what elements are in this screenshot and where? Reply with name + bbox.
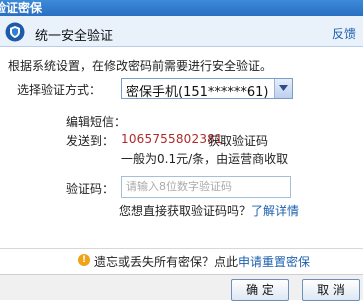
direct-code-hint: 您想直接获取验证码吗？了解详情 bbox=[119, 202, 299, 219]
code-label: 验证码： bbox=[66, 182, 115, 196]
divider bbox=[0, 248, 363, 249]
code-field[interactable] bbox=[121, 176, 291, 198]
cancel-button[interactable]: 取 消 bbox=[302, 279, 360, 301]
reset-hint-text: 遗忘或丢失所有密保？点此 bbox=[94, 255, 239, 269]
chevron-down-icon bbox=[279, 85, 288, 91]
code-input[interactable] bbox=[122, 177, 290, 195]
method-selected-value: 密保手机(151******61) bbox=[126, 85, 269, 100]
ok-button[interactable]: 确 定 bbox=[231, 279, 289, 301]
feedback-link[interactable]: 反馈 bbox=[332, 25, 356, 42]
info-icon: ! bbox=[78, 254, 90, 266]
method-label: 选择验证方式： bbox=[17, 83, 102, 97]
dropdown-button[interactable] bbox=[274, 79, 292, 98]
method-select[interactable]: 密保手机(151******61) bbox=[121, 78, 293, 100]
edit-sms-label: 编辑短信： bbox=[66, 115, 127, 129]
reset-hint: 遗忘或丢失所有密保？点此申请重置密保 bbox=[94, 253, 310, 270]
direct-code-question: 您想直接获取验证码吗？ bbox=[119, 204, 252, 218]
header-title: 统一安全验证 bbox=[35, 29, 114, 44]
shield-icon bbox=[5, 22, 25, 42]
sms-fee-note: 一般为0.1元/条，由运营商收取 bbox=[121, 152, 289, 166]
reset-security-link[interactable]: 申请重置密保 bbox=[238, 255, 310, 269]
sms-action-text: 获取验证码 bbox=[208, 134, 269, 148]
security-tip: 根据系统设置，在修改密码前需要进行安全验证。 bbox=[8, 59, 273, 73]
window-title: 验证密保 bbox=[0, 1, 43, 15]
window-titlebar: 验证密保 bbox=[0, 0, 363, 16]
send-to-label: 发送到： bbox=[66, 134, 115, 148]
learn-more-link[interactable]: 了解详情 bbox=[251, 204, 299, 218]
